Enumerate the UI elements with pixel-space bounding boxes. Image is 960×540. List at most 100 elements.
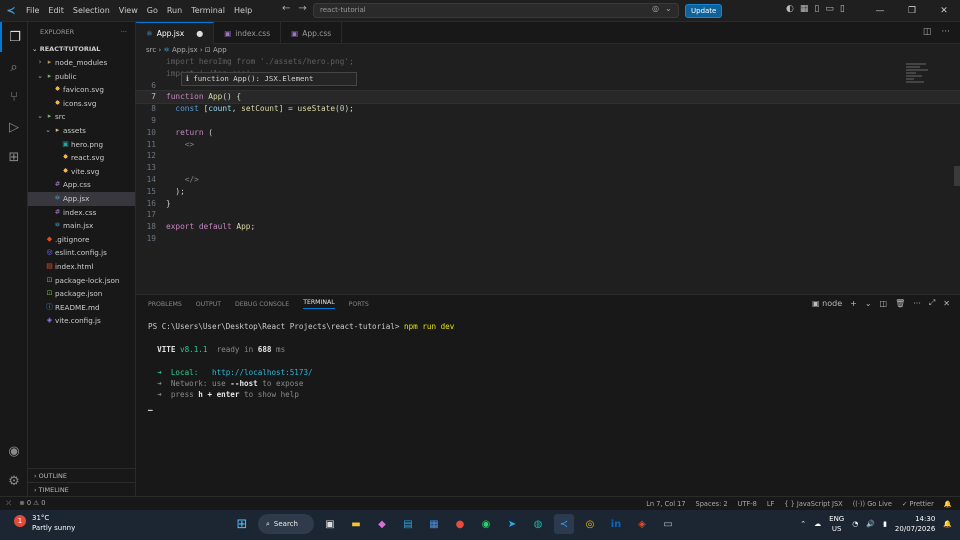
cursor-position[interactable]: Ln 7, Col 17 xyxy=(646,500,685,508)
menu-help[interactable]: Help xyxy=(234,6,252,15)
panel-tab-ports[interactable]: PORTS xyxy=(349,301,369,308)
toggle-sidebar-icon[interactable]: ▯ xyxy=(814,4,819,14)
tree-item[interactable]: ▣ hero.png xyxy=(28,138,135,152)
toggle-secondary-sidebar-icon[interactable]: ▯ xyxy=(840,4,845,14)
edge-icon[interactable]: ◍ xyxy=(528,514,548,534)
source-control-icon[interactable]: ⑂ xyxy=(0,82,28,112)
clock[interactable]: 14:30 20/07/2026 xyxy=(895,514,935,534)
tree-item[interactable]: ◈ vite.config.js xyxy=(28,314,135,328)
modified-dot-icon[interactable]: ● xyxy=(196,29,203,38)
scroll-thumb[interactable] xyxy=(954,166,960,186)
terminal-app-icon[interactable]: ▭ xyxy=(658,514,678,534)
go-live-button[interactable]: ((·)) Go Live xyxy=(853,500,892,508)
panel-tab-problems[interactable]: PROBLEMS xyxy=(148,301,182,308)
taskbar-search[interactable]: ⌕ Search xyxy=(258,514,314,534)
chrome-icon[interactable]: ◎ xyxy=(580,514,600,534)
tree-item[interactable]: # App.css xyxy=(28,178,135,192)
tree-item[interactable]: ◎ eslint.config.js xyxy=(28,246,135,260)
chevron-down-icon[interactable]: ⌄ xyxy=(865,299,872,308)
restore-icon[interactable]: ❐ xyxy=(896,0,928,22)
more-actions-icon[interactable]: ··· xyxy=(913,299,921,308)
app-red-icon[interactable]: ● xyxy=(450,514,470,534)
tab-app-css[interactable]: ▣ App.css xyxy=(281,22,343,44)
chevron-down-icon[interactable]: ⌄ xyxy=(665,4,672,13)
battery-icon[interactable]: ▮ xyxy=(883,520,887,528)
menu-run[interactable]: Run xyxy=(167,6,182,15)
more-actions-icon[interactable]: ··· xyxy=(941,27,950,37)
encoding[interactable]: UTF-8 xyxy=(738,500,757,508)
tree-item[interactable]: ◆ .gitignore xyxy=(28,233,135,247)
close-icon[interactable]: ✕ xyxy=(928,0,960,22)
accounts-icon[interactable]: ◐ xyxy=(786,4,794,14)
tree-item[interactable]: ✸ react.svg xyxy=(28,151,135,165)
photos-icon[interactable]: ▤ xyxy=(398,514,418,534)
tree-item[interactable]: ⚛ App.jsx xyxy=(28,191,135,206)
split-editor-icon[interactable]: ◫ xyxy=(923,27,932,37)
tree-item[interactable]: ⌄ ▸ public xyxy=(28,70,135,84)
extensions-icon[interactable]: ⊞ xyxy=(0,142,28,172)
tree-item[interactable]: ⚛ main.jsx xyxy=(28,219,135,233)
forward-arrow-icon[interactable]: → xyxy=(298,3,306,14)
local-url-link[interactable]: http://localhost:5173/ xyxy=(212,368,313,377)
tree-item[interactable]: ⓘ README.md xyxy=(28,301,135,315)
notifications-bell-icon[interactable]: 🔔 xyxy=(944,500,952,508)
tree-item[interactable]: ⌄ ▸ src xyxy=(28,110,135,124)
copilot-app-icon[interactable]: ◆ xyxy=(372,514,392,534)
command-center-search[interactable]: react-tutorial xyxy=(313,3,679,18)
menu-file[interactable]: File xyxy=(26,6,39,15)
minimize-icon[interactable]: — xyxy=(864,0,896,22)
tree-item[interactable]: # index.css xyxy=(28,206,135,220)
account-icon[interactable]: ◉ xyxy=(0,436,28,466)
end-of-line[interactable]: LF xyxy=(767,500,774,508)
split-terminal-icon[interactable]: ◫ xyxy=(880,299,888,308)
tree-item[interactable]: › ▸ node_modules xyxy=(28,56,135,70)
timeline-section[interactable]: › TIMELINE xyxy=(28,482,136,496)
outline-section[interactable]: › OUTLINE xyxy=(28,468,136,482)
terminal-output[interactable]: PS C:\Users\User\Desktop\React Projects\… xyxy=(136,313,960,420)
problems-count[interactable]: ⊗ 0 ⚠ 0 xyxy=(19,499,45,508)
prettier-status[interactable]: ✓ Prettier xyxy=(902,500,934,508)
tree-item[interactable]: ✸ vite.svg xyxy=(28,165,135,179)
network-wifi-icon[interactable]: ◔ xyxy=(852,520,858,528)
menu-terminal[interactable]: Terminal xyxy=(191,6,225,15)
menu-view[interactable]: View xyxy=(119,6,138,15)
trash-icon[interactable]: 🗑 xyxy=(895,299,905,308)
tree-item[interactable]: ✸ icons.svg xyxy=(28,97,135,111)
customize-layout-icon[interactable]: ▦ xyxy=(800,4,809,14)
tray-chevron-up-icon[interactable]: ⌃ xyxy=(800,520,806,528)
panel-tab-terminal[interactable]: TERMINAL xyxy=(303,299,335,309)
run-debug-icon[interactable]: ▷ xyxy=(0,112,28,142)
vscode-taskbar-icon[interactable]: ≺ xyxy=(554,514,574,534)
update-button[interactable]: Update xyxy=(685,4,723,18)
close-panel-icon[interactable]: ✕ xyxy=(943,299,950,308)
task-view-icon[interactable]: ▣ xyxy=(320,514,340,534)
tab-index-css[interactable]: ▣ index.css xyxy=(214,22,282,44)
new-terminal-icon[interactable]: + xyxy=(850,299,857,308)
tree-item[interactable]: ⌄ ▸ assets xyxy=(28,124,135,138)
volume-icon[interactable]: 🔊 xyxy=(866,520,875,528)
language-mode[interactable]: { } JavaScript JSX xyxy=(784,500,842,508)
more-actions-icon[interactable]: ··· xyxy=(121,22,127,42)
project-folder[interactable]: ⌄ REACT-TUTORIAL xyxy=(28,42,135,56)
search-icon[interactable]: ⌕ xyxy=(0,52,28,82)
explorer-icon[interactable]: ❐ xyxy=(0,22,28,52)
tree-item[interactable]: ✸ favicon.svg xyxy=(28,83,135,97)
panel-tab-output[interactable]: OUTPUT xyxy=(196,301,221,308)
git-icon[interactable]: ◈ xyxy=(632,514,652,534)
settings-gear-icon[interactable]: ⚙ xyxy=(0,466,28,496)
copilot-icon[interactable]: ◎ xyxy=(652,4,659,13)
whatsapp-icon[interactable]: ◉ xyxy=(476,514,496,534)
menu-edit[interactable]: Edit xyxy=(48,6,64,15)
indentation[interactable]: Spaces: 2 xyxy=(696,500,728,508)
tree-item[interactable]: ⊡ package-lock.json xyxy=(28,274,135,288)
notification-center-icon[interactable]: 🔔 xyxy=(943,520,952,528)
maximize-panel-icon[interactable]: ⤢ xyxy=(929,298,935,308)
tab-app-jsx[interactable]: ⚛ App.jsx ● xyxy=(136,22,215,44)
onedrive-icon[interactable]: ☁ xyxy=(814,520,821,528)
breadcrumb-file[interactable]: App.jsx xyxy=(172,46,198,54)
menu-selection[interactable]: Selection xyxy=(73,6,110,15)
terminal-shell[interactable]: ▣ node xyxy=(812,299,842,308)
panel-tab-debug-console[interactable]: DEBUG CONSOLE xyxy=(235,301,289,308)
toggle-panel-icon[interactable]: ▭ xyxy=(825,4,834,14)
weather-widget[interactable]: 1 31°C Partly sunny xyxy=(14,513,75,533)
